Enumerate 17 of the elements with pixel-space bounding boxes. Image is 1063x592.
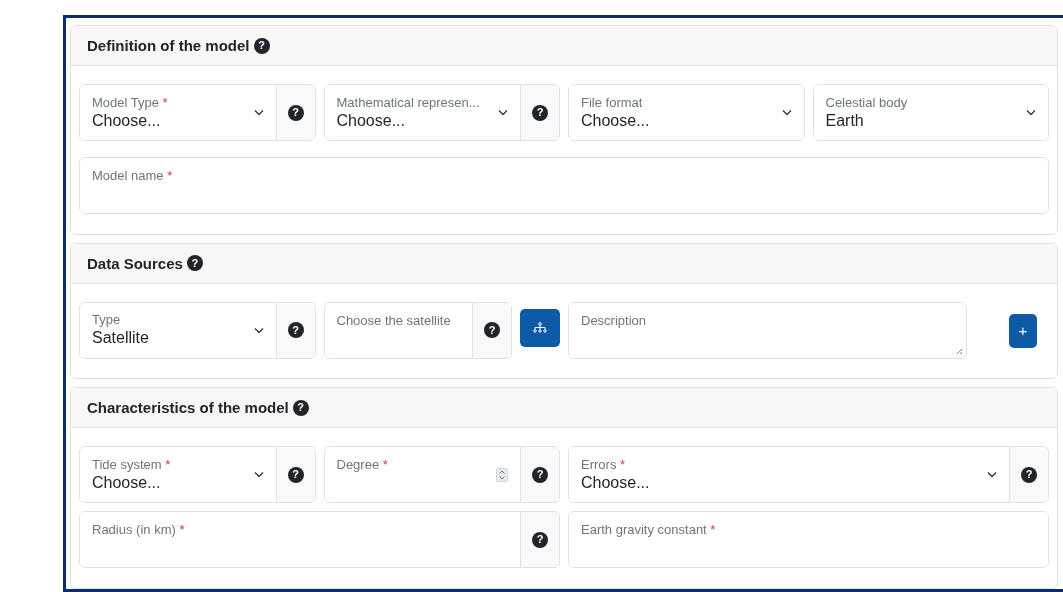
select-field[interactable]: Celestial body Earth — [813, 85, 1048, 140]
help-button[interactable]: ? — [292, 399, 309, 416]
section-title: Definition of the model — [87, 37, 250, 54]
chevron-icon — [1026, 109, 1036, 116]
select-field[interactable]: File format Choose... — [569, 85, 804, 140]
section-title: Data Sources — [87, 254, 183, 272]
text-area[interactable]: Description — [569, 302, 966, 358]
hierarchy-icon — [533, 322, 547, 334]
text-field[interactable]: Model name * — [80, 158, 1048, 213]
add-button[interactable]: + — [1009, 313, 1037, 348]
text-field[interactable]: Earth gravity constant * — [569, 512, 1048, 568]
resize-grip-icon[interactable] — [956, 347, 963, 355]
help-button[interactable]: ? — [253, 37, 270, 54]
help-button[interactable]: ? — [186, 255, 203, 272]
section-title: Characteristics of the model — [87, 399, 289, 417]
chevron-icon — [781, 109, 792, 116]
hierarchy-button[interactable] — [520, 308, 560, 347]
